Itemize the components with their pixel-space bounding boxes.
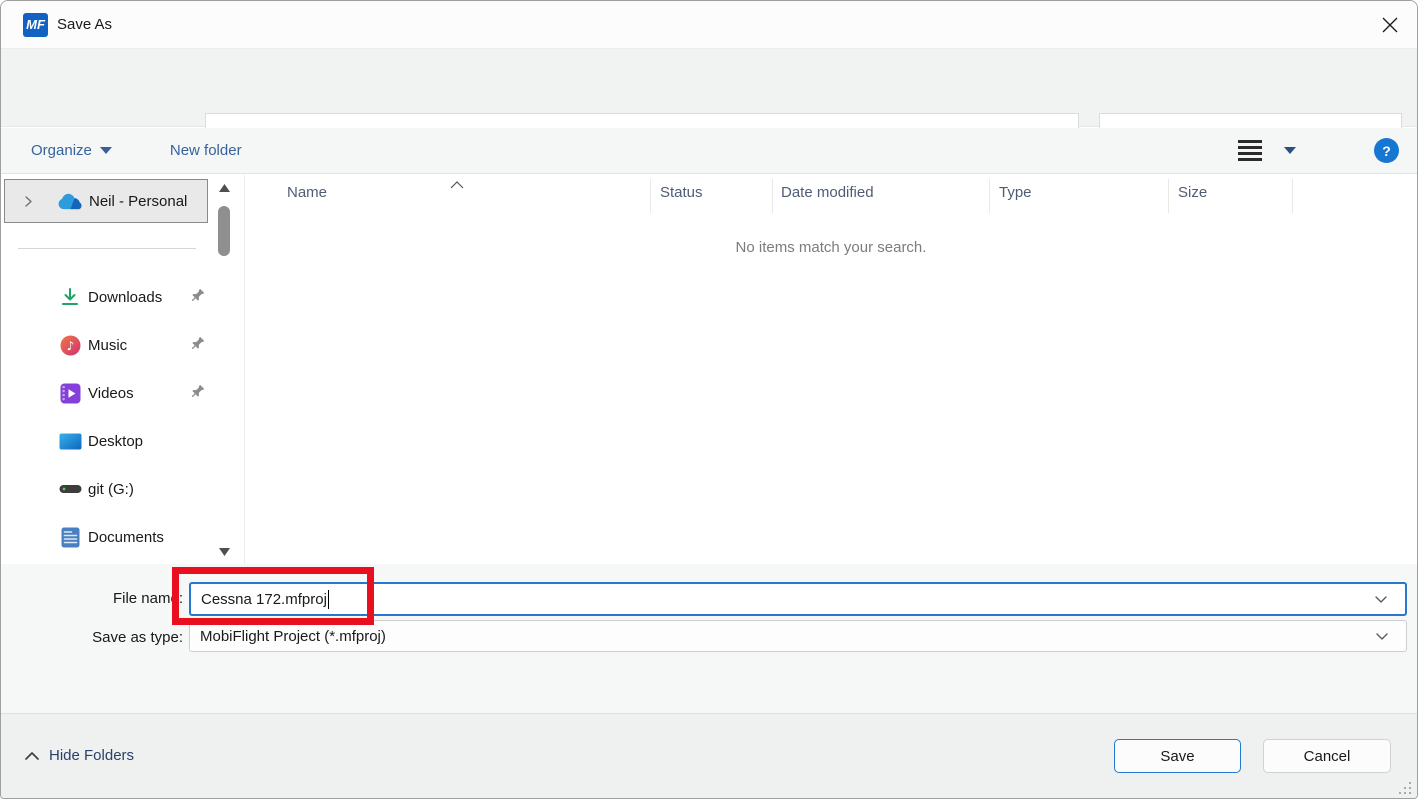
organize-menu[interactable]: Organize	[31, 142, 112, 159]
save-as-type-select[interactable]: MobiFlight Project (*.mfproj)	[189, 620, 1407, 652]
pin-icon	[190, 336, 205, 355]
cancel-button-label: Cancel	[1304, 748, 1351, 765]
chevron-down-icon	[1373, 591, 1389, 607]
hide-folders-label: Hide Folders	[49, 747, 134, 764]
dropdown-triangle-icon	[100, 147, 112, 154]
sidebar-item-desktop[interactable]: Desktop	[4, 419, 208, 463]
scrollbar-thumb[interactable]	[218, 206, 230, 256]
save-as-type-dropdown-button[interactable]	[1374, 628, 1396, 644]
column-header-type[interactable]: Type	[999, 184, 1032, 201]
sidebar-item-label: Neil - Personal	[89, 193, 187, 210]
sidebar-item-label: Downloads	[88, 289, 162, 306]
navigation-pane: Neil - Personal Downloads ♪ Music	[1, 175, 241, 564]
help-button[interactable]: ?	[1374, 138, 1399, 163]
sidebar-item-label: Desktop	[88, 433, 143, 450]
file-name-label: File name:	[1, 590, 183, 607]
hide-folders-button[interactable]: Hide Folders	[25, 747, 134, 764]
title-bar: MF Save As	[1, 1, 1417, 49]
pin-icon	[190, 288, 205, 307]
chevron-down-icon	[1374, 628, 1390, 644]
close-icon	[1381, 16, 1399, 34]
sidebar-item-git-drive[interactable]: git (G:)	[4, 467, 208, 511]
sidebar-item-label: Documents	[88, 529, 164, 546]
column-separator[interactable]	[650, 179, 651, 213]
column-separator[interactable]	[1168, 179, 1169, 213]
sidebar-item-music[interactable]: ♪ Music	[4, 323, 208, 367]
main-area: Neil - Personal Downloads ♪ Music	[1, 175, 1417, 564]
resize-grip[interactable]	[1397, 780, 1411, 794]
scroll-up-icon[interactable]	[218, 183, 231, 193]
column-separator[interactable]	[989, 179, 990, 213]
sidebar-item-label: git (G:)	[88, 481, 134, 498]
sidebar-item-documents[interactable]: Documents	[4, 515, 208, 559]
desktop-icon	[57, 433, 83, 450]
mobiflight-logo-icon: MF	[23, 13, 48, 37]
dialog-footer: Hide Folders Save Cancel	[1, 713, 1417, 799]
column-separator[interactable]	[1292, 179, 1293, 213]
save-as-type-label: Save as type:	[1, 629, 183, 646]
sidebar-item-videos[interactable]: Videos	[4, 371, 208, 415]
svg-text:♪: ♪	[66, 339, 74, 353]
videos-icon	[57, 383, 83, 404]
file-list: Name Status Date modified Type Size No i…	[244, 175, 1417, 564]
save-as-type-value: MobiFlight Project (*.mfproj)	[200, 628, 386, 645]
column-header-date-modified[interactable]: Date modified	[781, 184, 874, 201]
view-list-icon[interactable]	[1238, 140, 1262, 161]
new-folder-button[interactable]: New folder	[170, 142, 242, 159]
navigation-bar: Neil - Personal Documents MobiFlight Pro…	[1, 49, 1417, 127]
sidebar-item-label: Music	[88, 337, 127, 354]
save-button-label: Save	[1160, 748, 1194, 765]
documents-icon	[57, 527, 83, 548]
command-bar: Organize New folder ?	[1, 128, 1417, 174]
onedrive-cloud-icon	[58, 192, 84, 210]
text-caret	[328, 590, 329, 609]
drive-icon	[57, 483, 83, 495]
column-separator[interactable]	[772, 179, 773, 213]
new-folder-label: New folder	[170, 142, 242, 159]
sidebar-item-downloads[interactable]: Downloads	[4, 275, 208, 319]
sidebar-item-label: Videos	[88, 385, 134, 402]
column-header-status[interactable]: Status	[660, 184, 703, 201]
cancel-button[interactable]: Cancel	[1263, 739, 1391, 773]
column-header-size[interactable]: Size	[1178, 184, 1207, 201]
sidebar-scrollbar[interactable]	[215, 177, 234, 561]
column-header-name[interactable]: Name	[287, 184, 327, 201]
close-button[interactable]	[1373, 9, 1407, 41]
window-title: Save As	[57, 1, 112, 49]
expand-chevron-icon[interactable]	[23, 195, 34, 208]
save-button[interactable]: Save	[1114, 739, 1241, 773]
music-icon: ♪	[57, 335, 83, 356]
file-name-input[interactable]: Cessna 172.mfproj	[189, 582, 1407, 616]
file-name-value: Cessna 172.mfproj	[201, 591, 327, 608]
views-dropdown-icon[interactable]	[1284, 147, 1296, 154]
downloads-icon	[57, 287, 83, 307]
organize-label: Organize	[31, 142, 92, 159]
sidebar-item-onedrive[interactable]: Neil - Personal	[4, 179, 208, 223]
file-name-dropdown-button[interactable]	[1373, 591, 1395, 607]
chevron-up-icon	[25, 751, 39, 760]
sidebar-divider	[18, 248, 196, 249]
file-name-panel: File name: Cessna 172.mfproj Save as typ…	[1, 564, 1417, 713]
pin-icon	[190, 384, 205, 403]
save-as-dialog: MF Save As Neil - Personal	[0, 0, 1418, 799]
scroll-down-icon[interactable]	[218, 547, 231, 557]
sort-ascending-icon	[450, 176, 464, 193]
empty-list-message: No items match your search.	[245, 239, 1417, 256]
